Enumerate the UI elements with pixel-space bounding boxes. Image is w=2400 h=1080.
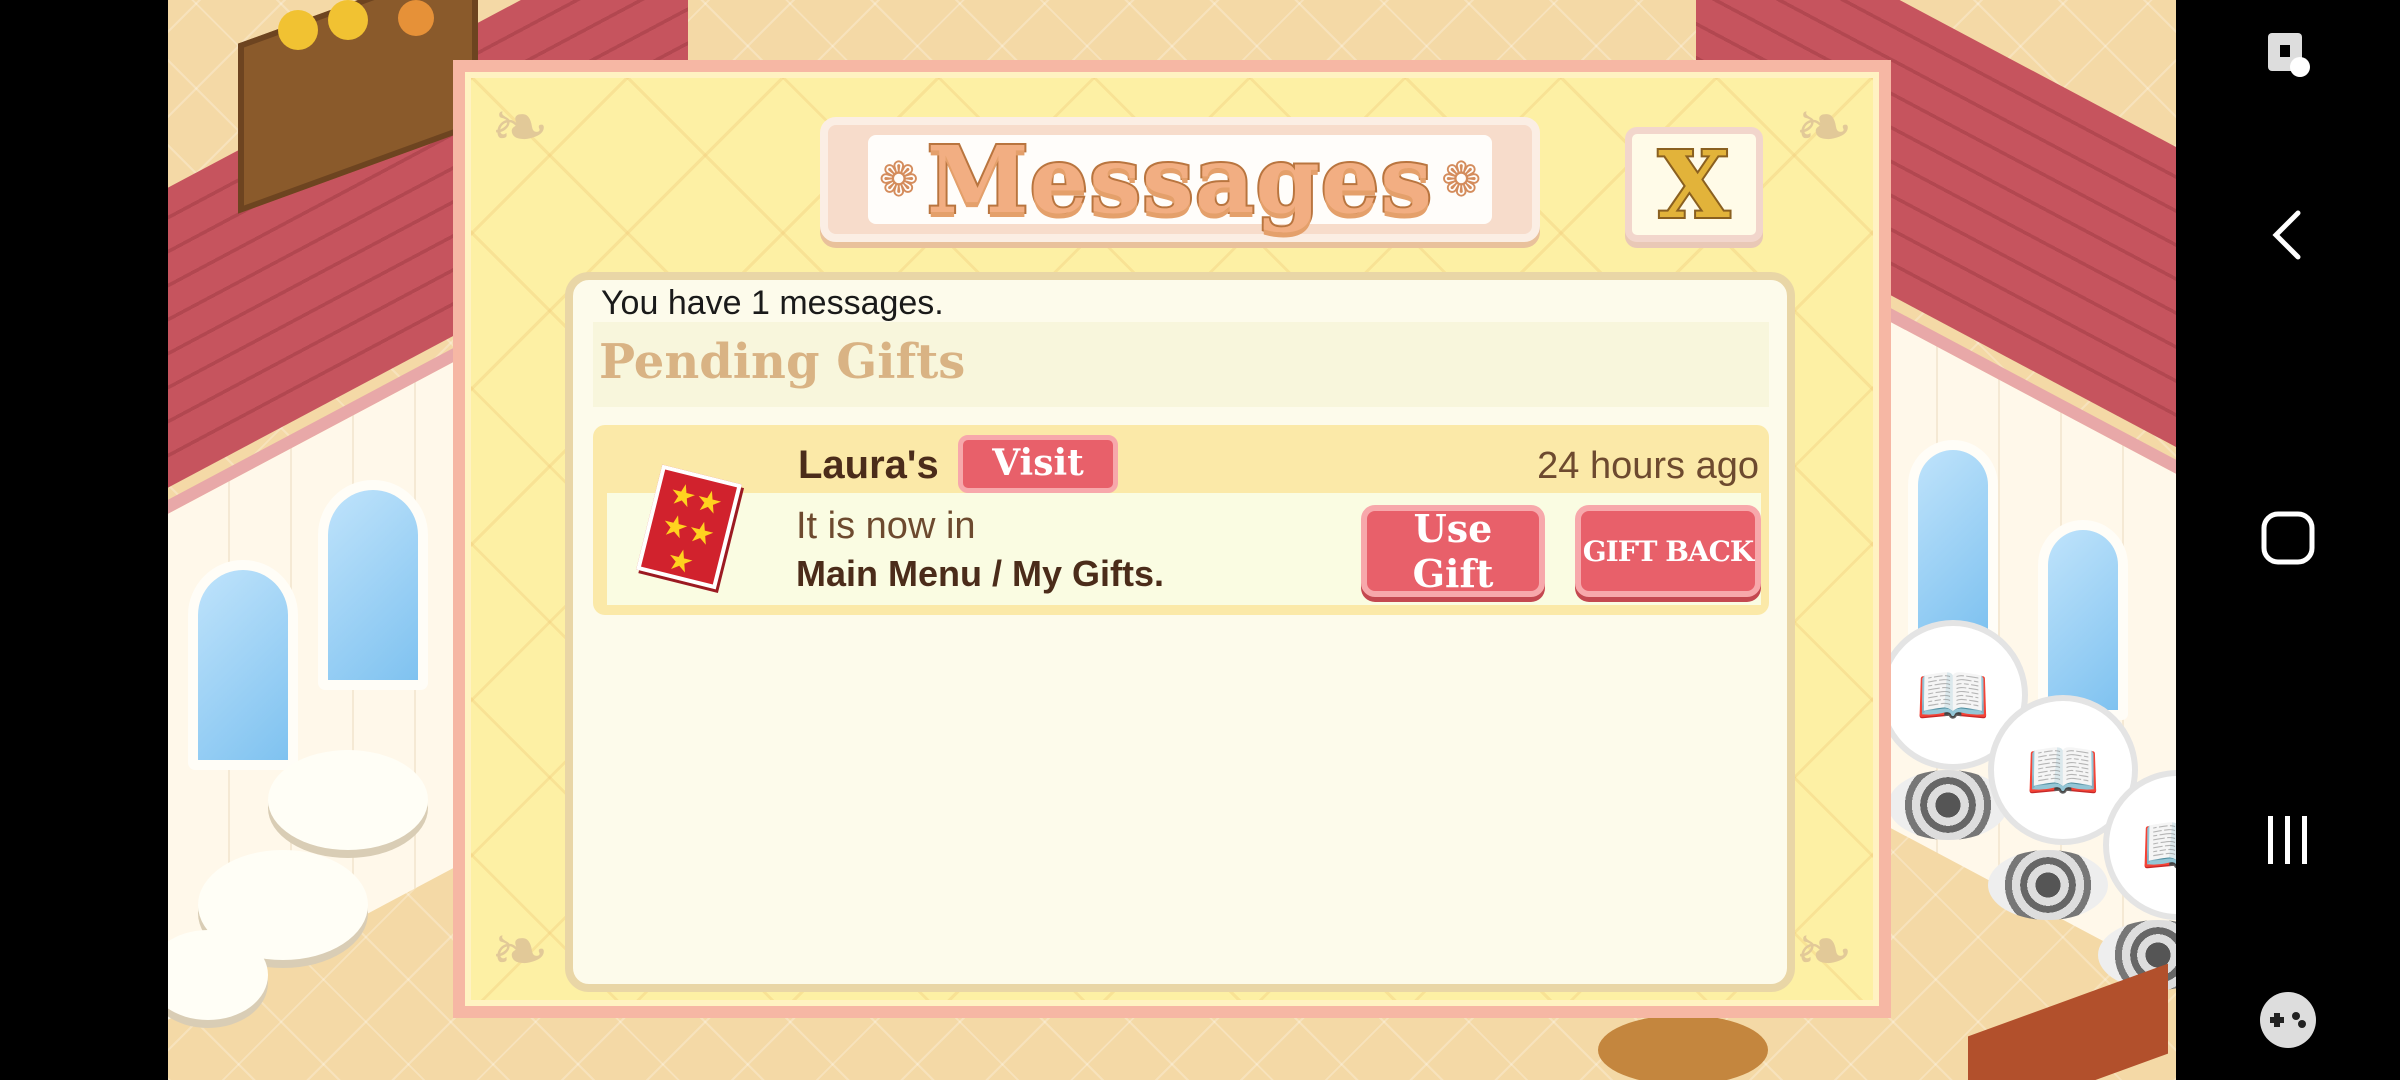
back-icon[interactable] xyxy=(2176,195,2400,275)
use-gift-button[interactable]: Use Gift xyxy=(1361,505,1545,597)
recents-icon[interactable] xyxy=(2176,800,2400,880)
window xyxy=(188,560,298,770)
lemon xyxy=(328,0,368,40)
cafe-table[interactable] xyxy=(268,750,428,850)
corner-ornament: ❧ xyxy=(490,912,550,990)
gift-timestamp: 24 hours ago xyxy=(1537,445,1759,487)
flourish-icon: ❁ xyxy=(878,153,919,207)
window xyxy=(1908,440,1998,640)
message-count: You have 1 messages. xyxy=(601,284,944,322)
system-navigation-bar xyxy=(2176,0,2400,1080)
corner-ornament: ❧ xyxy=(1794,88,1854,166)
section-title: Pending Gifts xyxy=(599,334,966,390)
corner-ornament: ❧ xyxy=(490,88,550,166)
gift-message-location: Main Menu / My Gifts. xyxy=(796,553,1165,594)
carrot xyxy=(398,0,434,36)
gift-message-row: ★★ ★★ ★ Laura's Visit 24 hours ago It is n… xyxy=(593,425,1769,615)
visit-button[interactable]: Visit xyxy=(958,435,1118,493)
messages-panel: You have 1 messages. Pending Gifts ★★ ★★ ★… xyxy=(565,272,1795,992)
home-icon[interactable] xyxy=(2176,498,2400,578)
window xyxy=(318,480,428,690)
gift-message-line: It is now in xyxy=(796,505,976,547)
close-button[interactable]: X xyxy=(1625,127,1763,242)
window xyxy=(2038,520,2128,720)
messages-dialog: ❧ ❧ ❧ ❧ ❁ Messages ❁ X You have 1 messag… xyxy=(453,60,1891,1018)
section-header: Pending Gifts xyxy=(593,322,1769,407)
dialog-title: Messages xyxy=(925,124,1434,236)
cookie-tray xyxy=(1598,1015,1768,1080)
gift-back-button[interactable]: GIFT BACK xyxy=(1575,505,1761,597)
screen-lock-icon[interactable] xyxy=(2176,15,2400,95)
flourish-icon: ❁ xyxy=(1441,153,1482,207)
game-controller-icon[interactable] xyxy=(2176,980,2400,1060)
lemon xyxy=(278,10,318,50)
title-banner: ❁ Messages ❁ xyxy=(820,117,1540,242)
gift-sender: Laura's xyxy=(798,443,939,487)
oven[interactable] xyxy=(1988,850,2108,920)
